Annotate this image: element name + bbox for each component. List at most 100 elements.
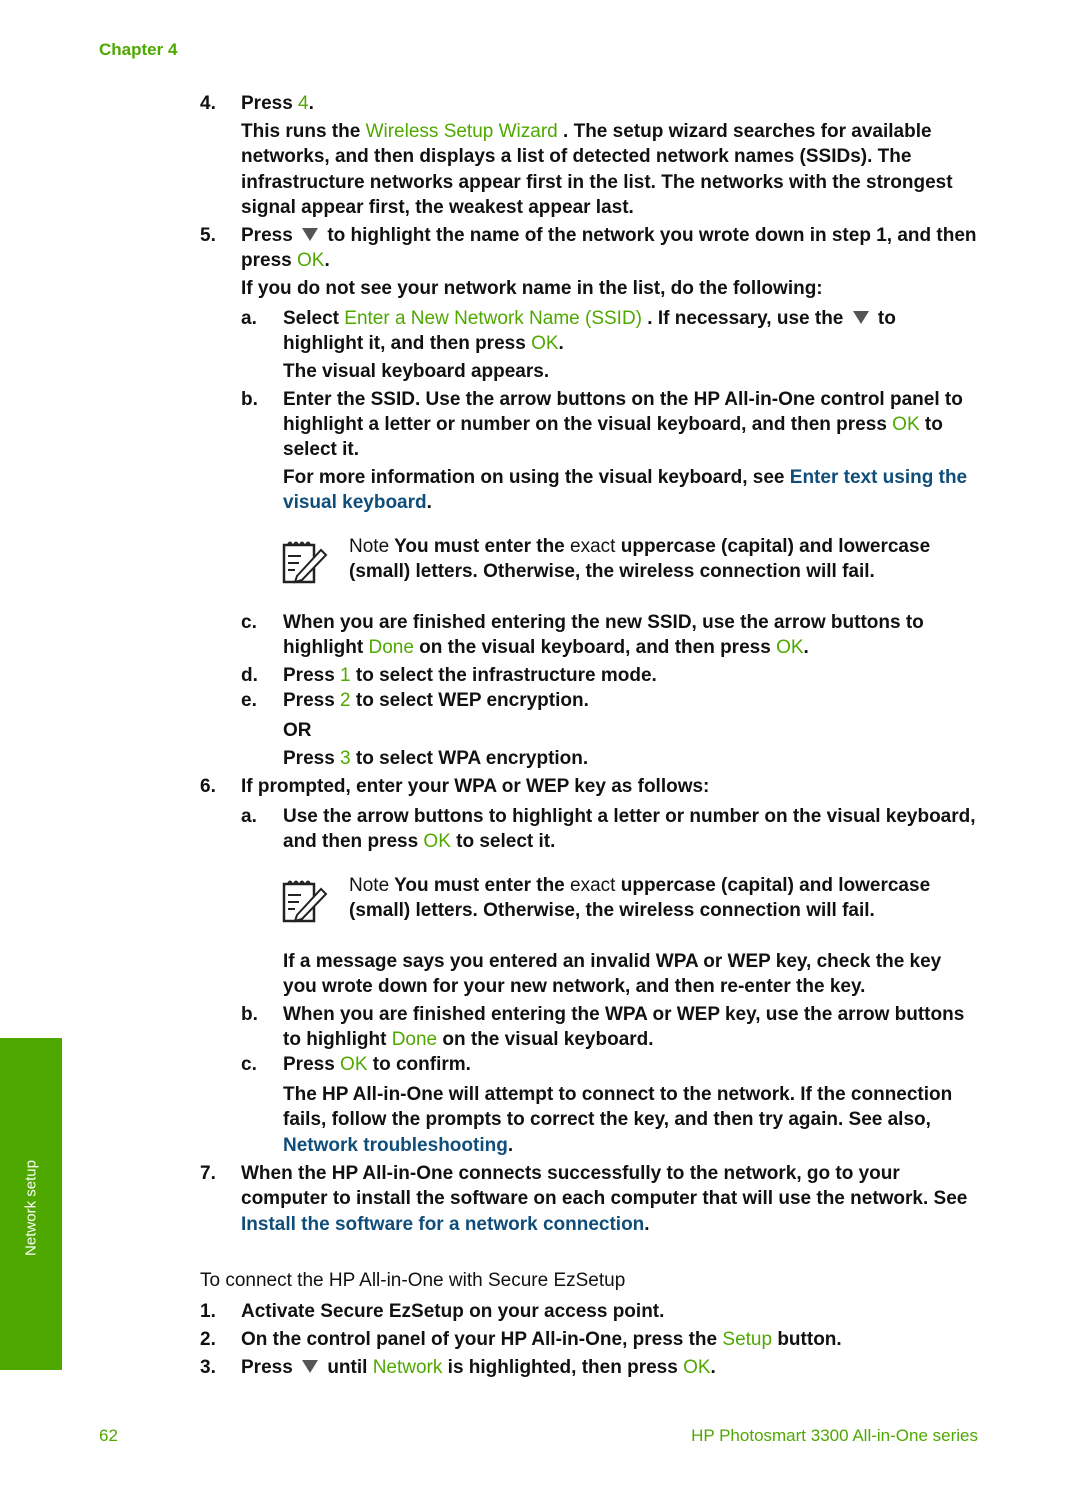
text: Press [283, 665, 341, 686]
step-4-line: Press 4. [241, 92, 314, 116]
visual-keyboard-link[interactable]: visual keyboard [283, 492, 427, 513]
text: uppercase (capital) and lowercase [615, 875, 931, 896]
install-software-link[interactable]: Install the software for a network conne… [241, 1214, 644, 1235]
step-4-desc-2: networks, and then displays a list of de… [241, 146, 912, 167]
substep-5b-line-5: visual keyboard. [283, 491, 432, 515]
text: . [710, 1357, 716, 1378]
note-2-line-2: (small) letters. Otherwise, the wireless… [349, 900, 875, 921]
ezsetup-step-1: Activate Secure EzSetup on your access p… [241, 1301, 665, 1322]
key-4: 4 [298, 93, 309, 114]
text: until [322, 1357, 373, 1378]
text: . [308, 93, 314, 114]
product-name: HP Photosmart 3300 All-in-One series [691, 1426, 978, 1445]
text: to highlight the name of the network you… [322, 225, 977, 246]
down-arrow-icon [302, 228, 319, 242]
ok-key: OK [296, 250, 325, 271]
invalid-key-msg-2: you wrote down for your new network, and… [283, 976, 866, 997]
text: This runs the [241, 121, 366, 142]
page-number: 62 [99, 1426, 118, 1445]
text: . [426, 492, 432, 513]
text: to select the infrastructure mode. [350, 665, 657, 686]
note-pencil-icon [282, 880, 328, 923]
substep-5e-line-2: Press 3 to select WPA encryption. [283, 747, 588, 771]
substep-letter: e. [241, 690, 257, 711]
step-7-line-1: When the HP All-in-One connects successf… [241, 1163, 900, 1184]
text: . [324, 250, 330, 271]
text: Press [283, 1054, 341, 1075]
text: highlight [283, 637, 369, 658]
substep-5b-line-4: For more information on using the visual… [283, 466, 967, 490]
text: on the visual keyboard. [437, 1029, 654, 1050]
menu-option: Enter a New Network Name (SSID) [344, 308, 643, 329]
text: to confirm. [367, 1054, 471, 1075]
text: . [507, 1135, 514, 1156]
network-troubleshooting-link[interactable]: Network troubleshooting [283, 1135, 508, 1156]
step-5-line-3: If you do not see your network name in t… [241, 278, 823, 299]
note-label: Note [349, 536, 390, 557]
substep-5c-line-1: When you are finished entering the new S… [283, 612, 924, 633]
substep-6c-line-1: Press OK to confirm. [283, 1053, 471, 1077]
ok-key: OK [340, 1054, 368, 1075]
text: on the visual keyboard, and then press [413, 637, 777, 658]
substep-5a-line-2: highlight it, and then press OK. [283, 332, 564, 356]
text: Press [241, 93, 299, 114]
substep-letter: c. [241, 1054, 257, 1075]
done-key: Done [391, 1029, 438, 1050]
key-2: 2 [340, 690, 351, 711]
substep-letter: a. [241, 806, 257, 827]
step-number: 2. [200, 1329, 216, 1350]
substep-6b-line-2: to highlight Done on the visual keyboard… [283, 1028, 654, 1052]
text: Press [283, 690, 341, 711]
substep-6a-line-2: and then press OK to select it. [283, 830, 555, 854]
text: is highlighted, then press [442, 1357, 684, 1378]
text: highlight it, and then press [283, 333, 532, 354]
text: to [919, 414, 943, 435]
step-5-line-2: press OK. [241, 249, 330, 273]
text: and then press [283, 831, 424, 852]
down-arrow-icon [852, 311, 869, 325]
note-2-line-1: Note You must enter the exact uppercase … [349, 874, 930, 898]
text: Press [283, 748, 341, 769]
key-3: 3 [340, 748, 351, 769]
text: to select WEP encryption. [350, 690, 589, 711]
ok-key: OK [423, 831, 451, 852]
visual-keyboard-link[interactable]: Enter text using the [790, 467, 967, 488]
note-label: Note [349, 875, 390, 896]
substep-6c-para-1: The HP All-in-One will attempt to connec… [283, 1084, 953, 1105]
text: . [644, 1214, 650, 1235]
down-arrow-icon [302, 1360, 319, 1374]
step-5-line-1: Press to highlight the name of the netwo… [241, 224, 977, 248]
ok-key: OK [776, 637, 804, 658]
substep-5c-line-2: highlight Done on the visual keyboard, a… [283, 636, 809, 660]
step-6-line-1: If prompted, enter your WPA or WEP key a… [241, 776, 710, 797]
note-1-line-2: (small) letters. Otherwise, the wireless… [349, 561, 875, 582]
step-4-desc-1: This runs the Wireless Setup Wizard . Th… [241, 120, 932, 144]
step-number: 3. [200, 1357, 216, 1378]
ezsetup-step-3: Press until Network is highlighted, then… [241, 1356, 716, 1380]
done-key: Done [368, 637, 414, 658]
substep-letter: b. [241, 1004, 258, 1025]
substep-letter: b. [241, 389, 258, 410]
note-pencil-icon [282, 541, 328, 584]
substep-5d: Press 1 to select the infrastructure mod… [283, 664, 657, 688]
invalid-key-msg-1: If a message says you entered an invalid… [283, 951, 942, 972]
side-tab-label: Network setup [22, 1160, 40, 1256]
text: to select it. [450, 831, 556, 852]
step-7-line-3: Install the software for a network conne… [241, 1213, 650, 1237]
key-1: 1 [340, 665, 351, 686]
text: press [241, 250, 297, 271]
text: Press [241, 1357, 299, 1378]
substep-6b-line-1: When you are finished entering the WPA o… [283, 1004, 965, 1025]
text: For more information on using the visual… [283, 467, 790, 488]
ok-key: OK [892, 414, 920, 435]
substep-5b-line-2: highlight a letter or number on the visu… [283, 413, 943, 437]
text: . The setup wizard searches for availabl… [557, 121, 932, 142]
text: Press [241, 225, 299, 246]
step-4-desc-3: infrastructure networks appear first in … [241, 172, 953, 193]
substep-5e-line-1: Press 2 to select WEP encryption. [283, 689, 589, 713]
text: . [558, 333, 564, 354]
text: . If necessary, use the [642, 308, 849, 329]
text: . [803, 637, 809, 658]
setup-button-name: Setup [722, 1329, 773, 1350]
step-number: 5. [200, 225, 216, 246]
